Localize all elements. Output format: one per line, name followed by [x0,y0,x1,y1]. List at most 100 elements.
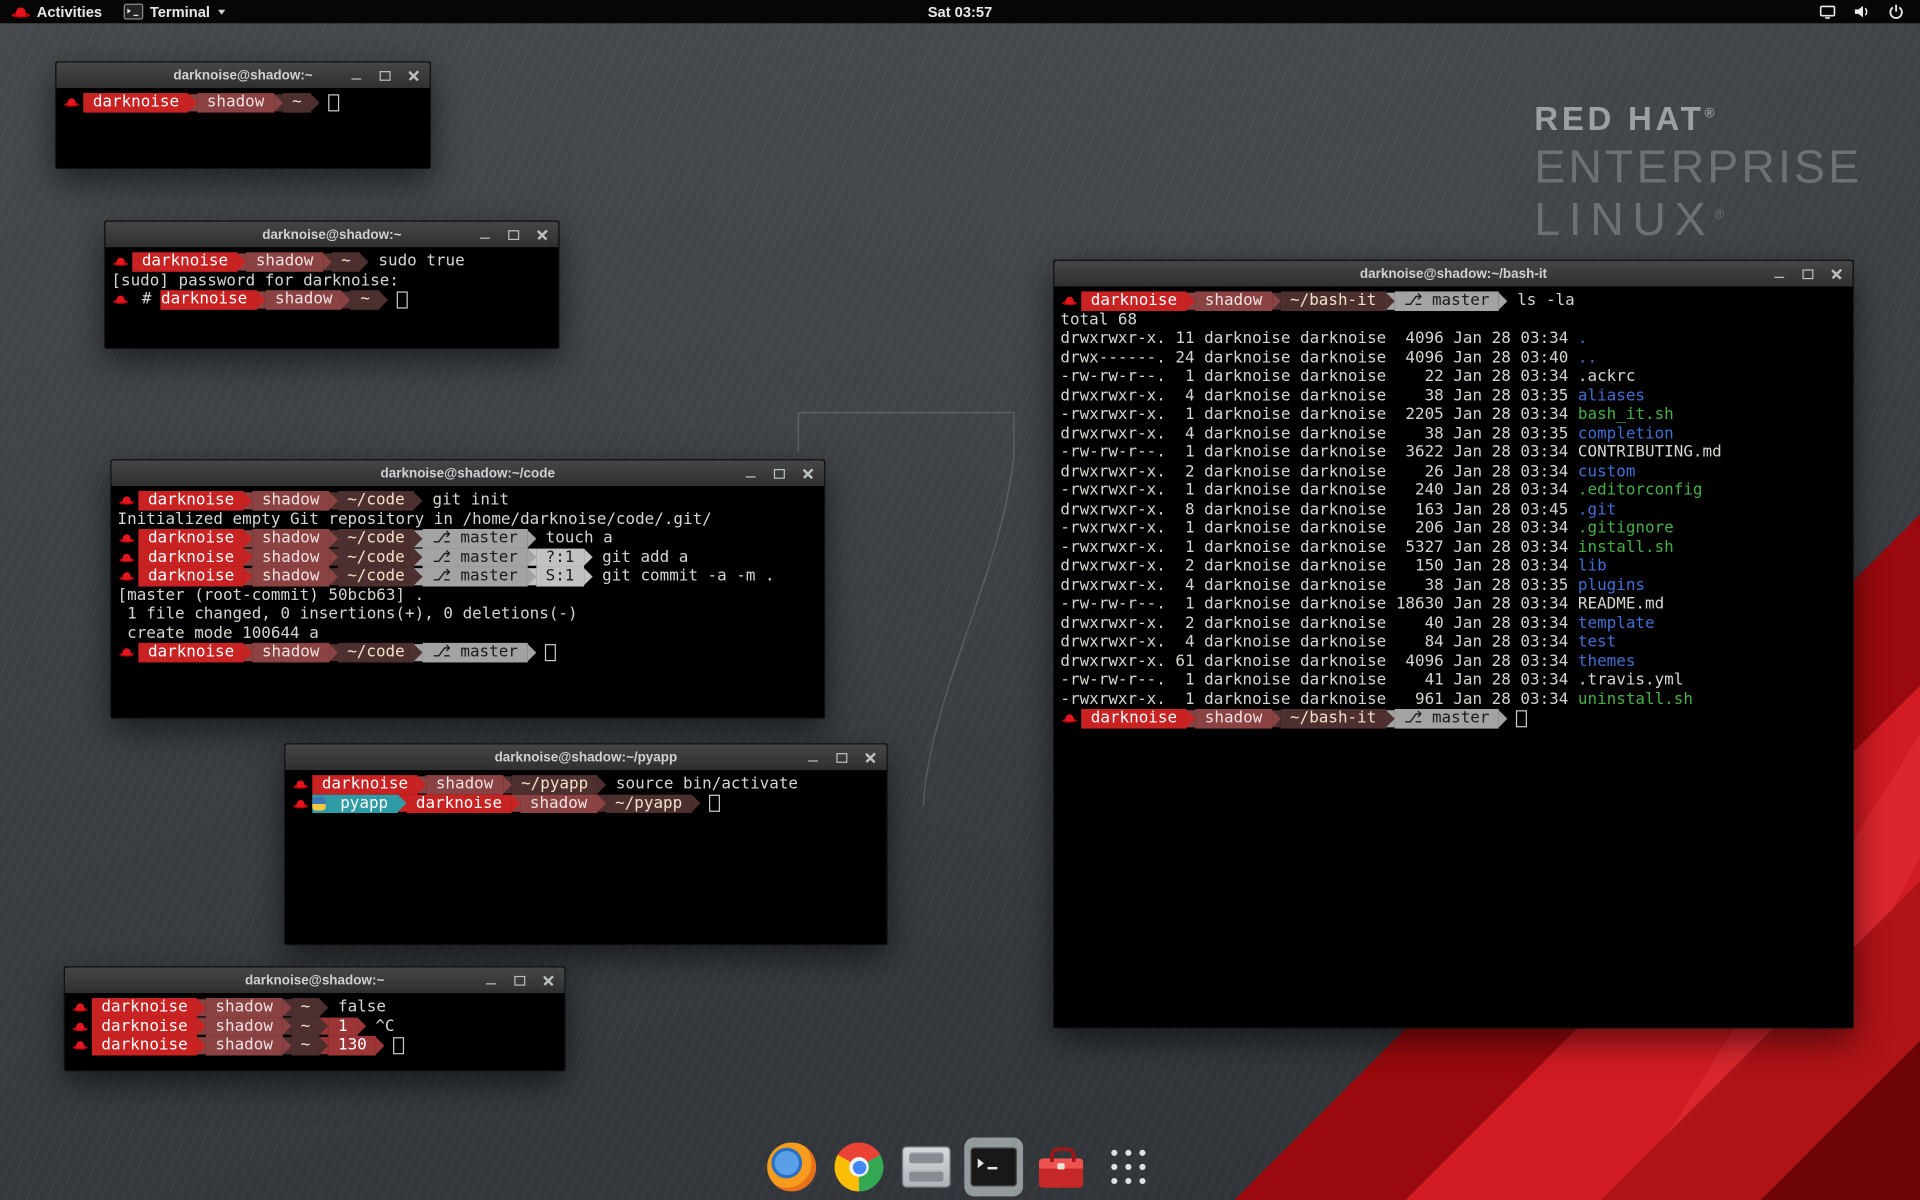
powerline-arrow-icon [527,644,536,661]
powerline-arrow-icon [1272,710,1281,727]
terminal-line: drwxrwxr-x. 2 darknoise darknoise 150 Ja… [1060,557,1846,576]
powerline-arrow-icon [244,492,253,509]
dock-terminal[interactable] [964,1138,1023,1197]
prompt-segment-path: ~ [291,1017,320,1036]
activities-label: Activities [37,3,102,20]
desktop[interactable]: RED HAT® ENTERPRISE LINUX® Activities Te… [0,0,1920,1200]
dock-firefox[interactable] [762,1138,821,1197]
terminal-line: -rw-rw-r--. 1 darknoise darknoise 3622 J… [1060,443,1846,462]
terminal-line: drwxrwxr-x. 4 darknoise darknoise 38 Jan… [1060,386,1846,405]
powerline-arrow-icon [320,1037,329,1054]
window-titlebar[interactable]: darknoise@shadow:~/code [111,460,824,487]
terminal-line: total 68 [1060,310,1846,329]
dock-toolbox[interactable] [1032,1138,1091,1197]
clock[interactable]: Sat 03:57 [918,0,1002,23]
terminal-text: -rw-rw-r--. 1 darknoise darknoise 18630 … [1060,595,1578,614]
powerline-arrow-icon [1187,292,1196,309]
minimize-button[interactable] [485,973,498,986]
terminal-line: darknoise shadow ~/code ⎇ master ?:1 git… [118,548,818,567]
terminal-line: drwxrwxr-x. 11 darknoise darknoise 4096 … [1060,329,1846,348]
terminal-content[interactable]: darknoise shadow ~/pyapp source bin/acti… [285,770,886,944]
window-titlebar[interactable]: darknoise@shadow:~ [56,62,429,89]
terminal-text: drwxrwxr-x. 8 darknoise darknoise 163 Ja… [1060,500,1578,519]
maximize-button[interactable] [835,751,848,764]
terminal-content[interactable]: darknoise shadow ~/code git initInitiali… [111,486,824,717]
powerline-arrow-icon [329,644,338,661]
window-titlebar[interactable]: darknoise@shadow:~ [105,222,558,249]
terminal-window-exitcodes[interactable]: darknoise@shadow:~ darknoise shadow ~ fa… [64,966,566,1071]
terminal-cursor [397,291,408,308]
terminal-line: darknoise shadow ~/code ⎇ master [118,643,818,662]
minimize-button[interactable] [1773,267,1786,280]
terminal-content[interactable]: darknoise shadow ~/bash-it ⎇ master ls -… [1054,287,1852,1028]
terminal-text: ^C [366,1017,395,1036]
clock-label: Sat 03:57 [928,3,993,20]
app-menu-terminal[interactable]: Terminal [113,0,237,23]
minimize-button[interactable] [350,69,363,82]
terminal-text: ls -la [1508,291,1575,310]
maximize-button[interactable] [507,228,520,241]
terminal-text: drwxrwxr-x. 61 darknoise darknoise 4096 … [1060,652,1578,671]
powerline-arrow-icon [342,291,351,308]
dock [762,1138,1158,1197]
window-titlebar[interactable]: darknoise@shadow:~/bash-it [1054,261,1852,288]
maximize-button[interactable] [1801,267,1814,280]
display-icon[interactable] [1818,2,1836,20]
terminal-line: Initialized empty Git repository in /hom… [118,510,818,529]
window-titlebar[interactable]: darknoise@shadow:~/pyapp [285,744,886,771]
powerline-arrow-icon [329,549,338,566]
terminal-text: git add a [593,548,689,567]
terminal-line: -rw-rw-r--. 1 darknoise darknoise 41 Jan… [1060,671,1846,690]
powerline-arrow-icon [376,1037,385,1054]
power-icon[interactable] [1887,2,1905,20]
dock-chrome[interactable] [830,1138,889,1197]
dock-files[interactable] [897,1138,956,1197]
terminal-text: plugins [1578,576,1645,595]
prompt-segment-path: ~ [351,290,380,309]
terminal-window-bash-it[interactable]: darknoise@shadow:~/bash-it darknoise sha… [1053,260,1854,1029]
powerline-arrow-icon [527,568,536,585]
redhat-prompt-icon [119,495,135,506]
terminal-line: darknoise shadow ~/code ⎇ master touch a [118,529,818,548]
close-button[interactable] [1829,267,1842,280]
prompt-segment-gitstatus: S:1 [536,567,584,586]
dock-app-grid[interactable] [1099,1138,1158,1197]
terminal-line: -rwxrwxr-x. 1 darknoise darknoise 5327 J… [1060,538,1846,557]
maximize-button[interactable] [773,467,786,480]
prompt-segment-host: shadow [206,998,283,1017]
prompt-segment-host: shadow [1195,291,1272,310]
redhat-prompt-icon [1062,713,1078,724]
powerline-arrow-icon [329,492,338,509]
terminal-window-code[interactable]: darknoise@shadow:~/code darknoise shadow… [110,459,825,719]
powerline-arrow-icon [398,795,407,812]
powerline-arrow-icon [503,776,512,793]
terminal-window-pyapp[interactable]: darknoise@shadow:~/pyapp darknoise shado… [284,743,888,945]
terminal-window-sudo[interactable]: darknoise@shadow:~ darknoise shadow ~ su… [104,220,560,349]
prompt-segment-user: darknoise [138,567,243,586]
terminal-text: .. [1578,348,1597,367]
activities-button[interactable]: Activities [0,0,113,23]
prompt-segment-path: ~/code [338,529,415,548]
terminal-text: drwxrwxr-x. 2 darknoise darknoise 150 Ja… [1060,557,1578,576]
close-button[interactable] [801,467,814,480]
prompt-segment-user: darknoise [92,998,197,1017]
system-status-area[interactable] [1818,2,1920,20]
close-button[interactable] [863,751,876,764]
minimize-button[interactable] [744,467,757,480]
terminal-content[interactable]: darknoise shadow ~ false darknoise shado… [65,993,565,1070]
volume-icon[interactable] [1853,2,1871,20]
redhat-prompt-icon [72,1021,88,1032]
window-titlebar[interactable]: darknoise@shadow:~ [65,967,565,994]
maximize-button[interactable] [378,69,391,82]
close-button[interactable] [541,973,554,986]
maximize-button[interactable] [513,973,526,986]
terminal-content[interactable]: darknoise shadow ~ [56,88,429,168]
minimize-button[interactable] [479,228,492,241]
terminal-text: -rwxrwxr-x. 1 darknoise darknoise 240 Ja… [1060,481,1578,500]
terminal-window-home-1[interactable]: darknoise@shadow:~ darknoise shadow ~ [55,61,431,169]
terminal-content[interactable]: darknoise shadow ~ sudo true[sudo] passw… [105,247,558,347]
terminal-text: total 68 [1060,310,1137,329]
close-button[interactable] [407,69,420,82]
close-button[interactable] [535,228,548,241]
minimize-button[interactable] [807,751,820,764]
